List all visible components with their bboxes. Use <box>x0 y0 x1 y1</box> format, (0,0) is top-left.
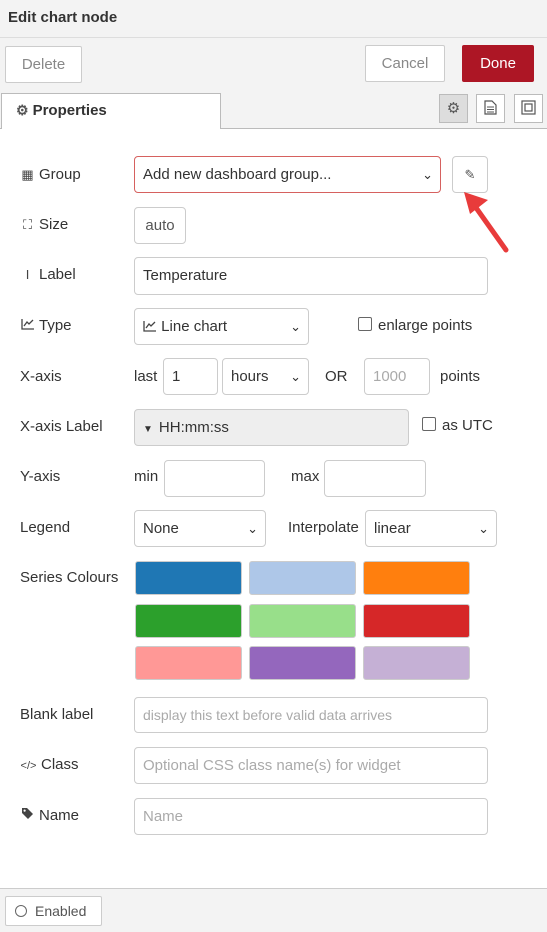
appearance-icon <box>521 100 536 115</box>
series-colour-swatch[interactable] <box>135 561 242 595</box>
caret-down-icon: ▼ <box>143 424 153 435</box>
type-label: Type <box>20 317 72 334</box>
chevron-down-icon: ⌄ <box>290 319 301 334</box>
gear-icon: ⚙ <box>16 102 29 118</box>
xaxis-format-label: X-axis Label <box>20 418 103 435</box>
series-colour-swatch[interactable] <box>363 646 470 680</box>
tag-icon <box>20 807 35 823</box>
xaxis-points-input[interactable]: 1000 <box>364 358 430 395</box>
xaxis-format-select[interactable]: ▼ HH:mm:ss <box>134 409 409 446</box>
yaxis-max-input[interactable] <box>324 460 426 497</box>
text-cursor-icon: I <box>25 267 30 282</box>
label-input[interactable]: Temperature <box>134 257 488 295</box>
interpolate-label: Interpolate <box>288 519 359 536</box>
label-label: I Label <box>20 266 76 283</box>
window-title: Edit chart node <box>0 0 547 38</box>
cancel-button[interactable]: Cancel <box>365 45 445 82</box>
series-colour-swatch[interactable] <box>249 646 356 680</box>
xaxis-format-value: HH:mm:ss <box>158 419 229 436</box>
size-button[interactable]: auto <box>134 207 186 244</box>
delete-button[interactable]: Delete <box>5 46 82 83</box>
legend-value: None <box>143 520 179 537</box>
line-chart-icon <box>20 318 35 333</box>
enabled-label: Enabled <box>35 903 87 919</box>
group-select[interactable]: Add new dashboard group... ⌄ <box>134 156 441 193</box>
xaxis-last-input[interactable]: 1 <box>163 358 218 395</box>
yaxis-max-label: max <box>291 468 320 485</box>
blank-label-input[interactable]: display this text before valid data arri… <box>134 697 488 733</box>
enabled-toggle[interactable]: Enabled <box>5 896 102 926</box>
chevron-down-icon: ⌄ <box>422 167 433 182</box>
xaxis-label: X-axis <box>20 368 62 385</box>
tab-appearance[interactable] <box>514 94 543 123</box>
xaxis-unit-select[interactable]: hours ⌄ <box>222 358 309 395</box>
size-label: ⛶ Size <box>20 216 68 233</box>
footer: Enabled <box>0 888 547 932</box>
description-icon <box>484 100 497 115</box>
tab-properties-label: Properties <box>32 102 107 119</box>
line-chart-icon <box>143 318 157 335</box>
type-select[interactable]: Line chart ⌄ <box>134 308 309 345</box>
name-input[interactable]: Name <box>134 798 488 835</box>
chevron-down-icon: ⌄ <box>290 369 301 384</box>
legend-label: Legend <box>20 519 71 536</box>
yaxis-min-label: min <box>134 468 159 485</box>
tab-settings[interactable]: ⚙ <box>439 94 468 123</box>
interpolate-select[interactable]: linear ⌄ <box>365 510 497 547</box>
type-select-value: Line chart <box>161 318 228 335</box>
class-label: </> Class <box>20 756 79 773</box>
legend-select[interactable]: None ⌄ <box>134 510 266 547</box>
series-colour-swatch[interactable] <box>135 604 242 638</box>
xaxis-unit-value: hours <box>231 368 269 385</box>
chevron-down-icon: ⌄ <box>478 521 489 536</box>
as-utc-checkbox[interactable] <box>422 417 436 431</box>
enlarge-points-checkbox[interactable] <box>358 317 372 331</box>
tab-properties[interactable]: ⚙ Properties <box>1 93 221 129</box>
series-colour-swatch[interactable] <box>249 604 356 638</box>
series-colour-swatch[interactable] <box>363 604 470 638</box>
group-select-value: Add new dashboard group... <box>143 166 332 183</box>
red-arrow-annotation <box>464 192 509 253</box>
code-icon: </> <box>20 760 37 772</box>
circle-icon <box>15 905 27 917</box>
as-utc-option[interactable]: as UTC <box>422 417 493 434</box>
enlarge-points-label: enlarge points <box>378 317 473 334</box>
interpolate-value: linear <box>374 520 411 537</box>
xaxis-points-label: points <box>440 368 481 385</box>
pencil-icon: ✎ <box>464 167 476 182</box>
edit-group-button[interactable]: ✎ <box>452 156 488 193</box>
enlarge-points-option[interactable]: enlarge points <box>358 317 472 334</box>
table-icon: ▦ <box>21 167 34 182</box>
done-button[interactable]: Done <box>462 45 534 82</box>
class-input[interactable]: Optional CSS class name(s) for widget <box>134 747 488 784</box>
toolbar: Delete Cancel Done <box>0 38 547 92</box>
name-label: Name <box>20 807 79 824</box>
yaxis-min-input[interactable] <box>164 460 265 497</box>
xaxis-or-label: OR <box>325 368 348 385</box>
as-utc-label: as UTC <box>442 417 493 434</box>
gear-icon: ⚙ <box>446 100 461 117</box>
xaxis-last-label: last <box>134 368 158 385</box>
series-colour-swatch[interactable] <box>135 646 242 680</box>
yaxis-label: Y-axis <box>20 468 61 485</box>
tab-bar: ⚙ Properties ⚙ <box>0 92 547 129</box>
series-colour-swatch[interactable] <box>249 561 356 595</box>
group-label: ▦ Group <box>21 166 81 183</box>
tab-description[interactable] <box>476 94 505 123</box>
chevron-down-icon: ⌄ <box>247 521 258 536</box>
series-colours-label: Series Colours <box>20 569 119 586</box>
blank-label-label: Blank label <box>20 706 94 723</box>
series-colour-swatch[interactable] <box>363 561 470 595</box>
size-icon: ⛶ <box>22 217 33 232</box>
